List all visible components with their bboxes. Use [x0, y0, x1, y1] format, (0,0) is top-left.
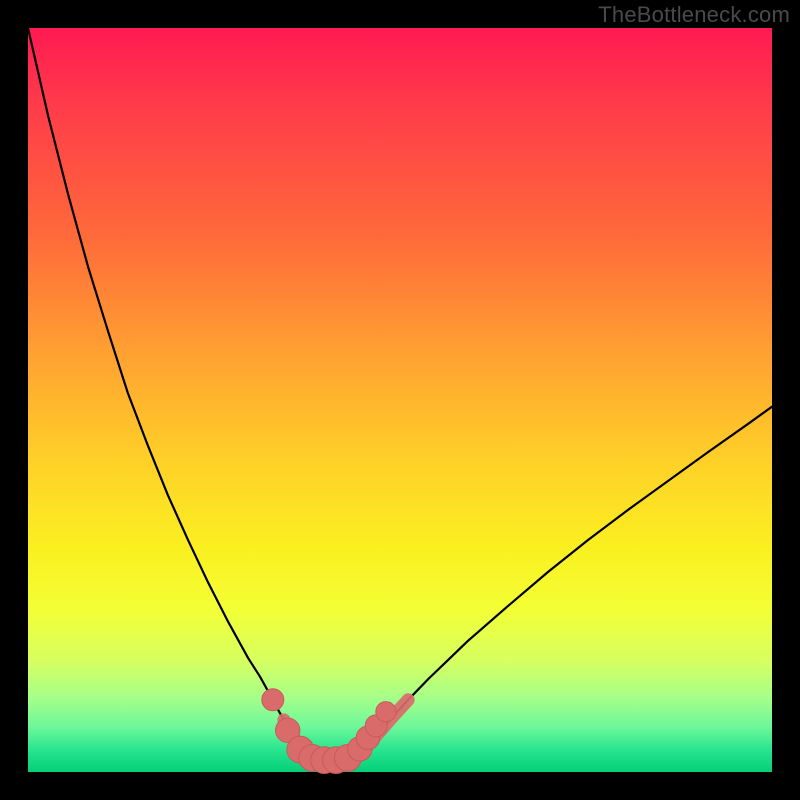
plot-area — [28, 28, 772, 772]
chart-frame: TheBottleneck.com — [0, 0, 800, 800]
chart-svg — [28, 28, 772, 772]
watermark-text: TheBottleneck.com — [598, 2, 790, 28]
bottleneck-curve — [28, 28, 772, 762]
marker-dot — [262, 689, 284, 711]
marker-dot — [376, 702, 396, 722]
curve-layer — [28, 28, 772, 762]
marker-layer — [262, 689, 408, 774]
